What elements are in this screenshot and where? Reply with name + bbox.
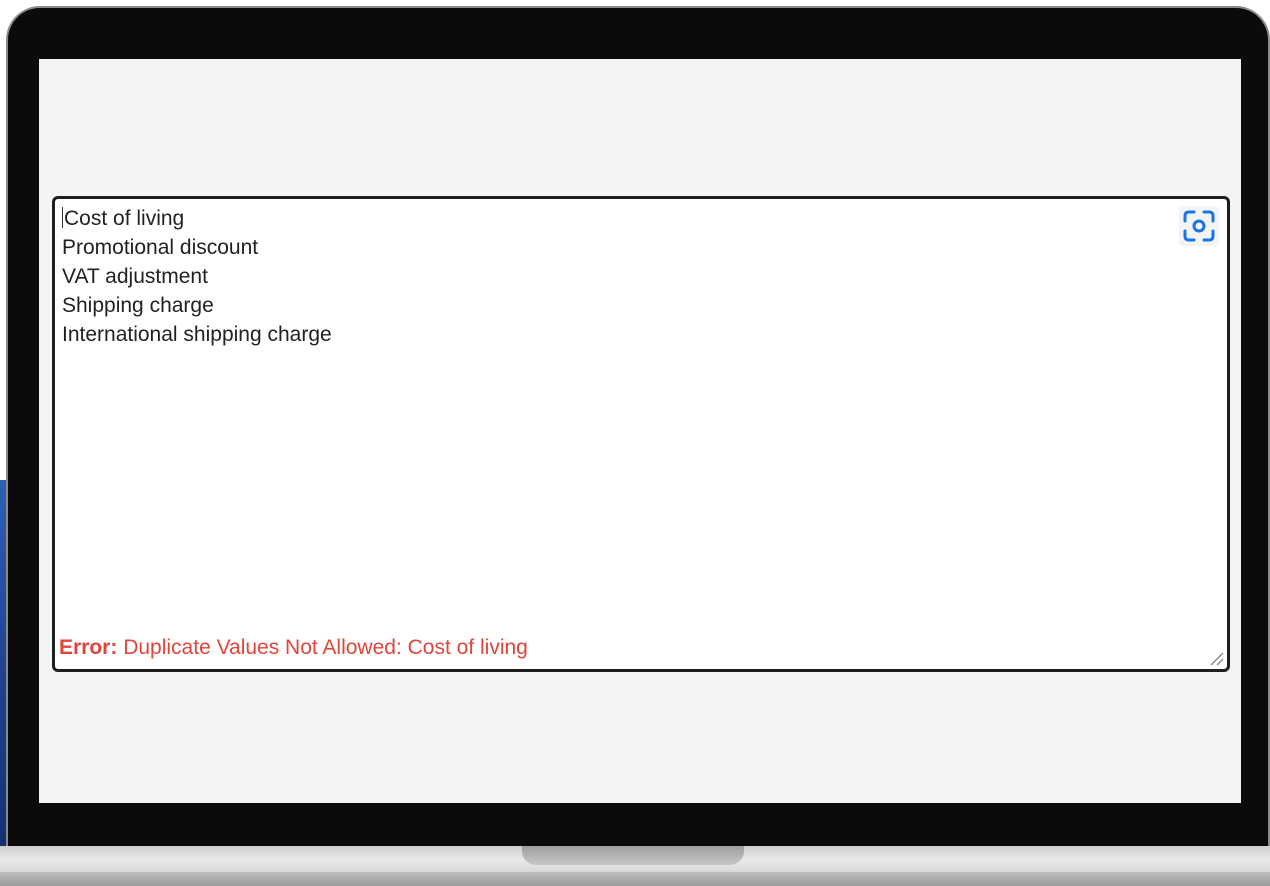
laptop-opening-notch [522,846,744,865]
textarea-line: VAT adjustment [62,265,208,288]
values-textarea[interactable]: Cost of living Promotional discount VAT … [52,196,1230,672]
error-text: Duplicate Values Not Allowed: Cost of li… [117,636,528,659]
text-caret [62,207,63,228]
laptop-mockup: Cost of living Promotional discount VAT … [0,0,1270,886]
laptop-screen: Cost of living Promotional discount VAT … [39,59,1241,803]
line-text: Cost of living [64,207,185,230]
resize-handle-icon-graphic [1210,652,1224,666]
error-message: Error: Duplicate Values Not Allowed: Cos… [59,636,528,660]
laptop-base-shadow [0,872,1270,886]
textarea-line: International shipping charge [62,323,332,346]
textarea-content[interactable]: Cost of living Promotional discount VAT … [62,204,1162,349]
error-label: Error: [59,636,118,659]
resize-handle-icon[interactable] [1208,650,1224,666]
textarea-line: Promotional discount [62,236,259,259]
screen-capture-icon[interactable] [1179,206,1219,246]
textarea-line: Cost of living [62,204,1162,233]
screen-capture-icon-graphic [1183,210,1215,242]
textarea-line: Shipping charge [62,294,214,317]
